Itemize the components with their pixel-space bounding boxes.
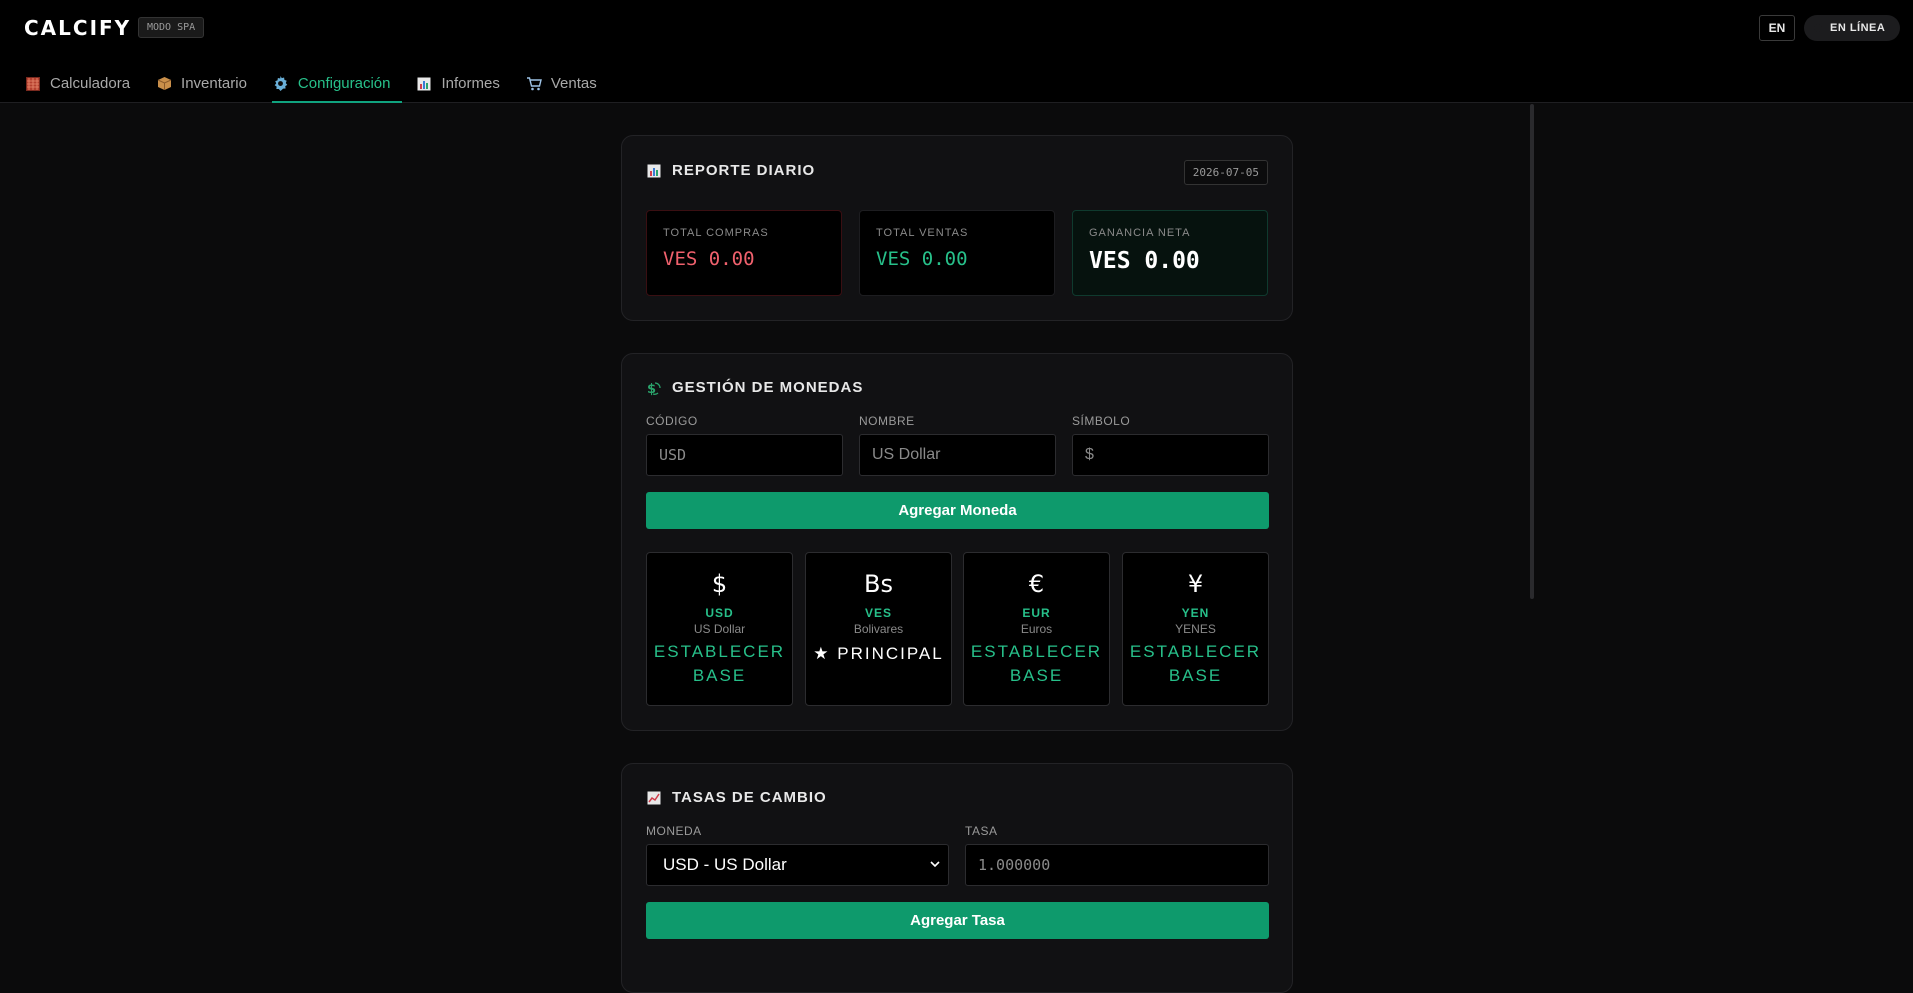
currency-code: EUR	[1022, 606, 1051, 620]
currency-name: YENES	[1175, 622, 1216, 636]
status-dot-icon	[1814, 24, 1822, 32]
currency-symbol: Bs	[864, 570, 893, 598]
tab-calculadora[interactable]: Calculadora	[24, 64, 142, 103]
currency-symbol: €	[1028, 570, 1045, 598]
stat-value: VES 0.00	[876, 248, 968, 270]
tab-label: Informes	[441, 75, 500, 92]
currency-select-value: USD - US Dollar	[663, 855, 787, 874]
scrollbar[interactable]	[1530, 104, 1534, 599]
card-title: REPORTE DIARIO	[646, 162, 815, 179]
exchange-rates-card: TASAS DE CAMBIO MONEDA USD - US Dollar T…	[621, 763, 1293, 993]
cart-icon	[525, 75, 543, 93]
stat-label: GANANCIA NETA	[1089, 227, 1191, 239]
tab-informes[interactable]: Informes	[415, 64, 511, 103]
bar-chart-icon	[415, 75, 433, 93]
currency-symbol: ¥	[1187, 570, 1204, 598]
total-sales-stat: TOTAL VENTAS VES 0.00	[859, 210, 1055, 296]
stat-label: TOTAL COMPRAS	[663, 227, 769, 239]
exchange-rates-title: TASAS DE CAMBIO	[672, 789, 827, 806]
currency-card-ves: Bs VES Bolivares ★ PRINCIPAL	[805, 552, 952, 706]
add-currency-button[interactable]: Agregar Moneda	[646, 492, 1269, 529]
currency-code: USD	[705, 606, 734, 620]
abacus-icon	[24, 75, 42, 93]
add-rate-button[interactable]: Agregar Tasa	[646, 902, 1269, 939]
chevron-down-icon	[930, 845, 940, 885]
stat-value: VES 0.00	[1089, 248, 1200, 274]
principal-badge: ★ PRINCIPAL	[813, 644, 944, 663]
set-base-button[interactable]: ESTABLECER BASE	[1123, 640, 1268, 688]
currency-name: Bolivares	[853, 622, 904, 636]
card-title: $ GESTIÓN DE MONEDAS	[646, 379, 863, 396]
tab-ventas[interactable]: Ventas	[525, 64, 609, 103]
currency-symbol: $	[711, 570, 728, 598]
tab-label: Inventario	[181, 75, 247, 92]
gear-icon	[272, 75, 290, 93]
tab-configuracion[interactable]: Configuración	[271, 64, 403, 103]
bar-chart-icon	[646, 163, 662, 179]
daily-report-title: REPORTE DIARIO	[672, 162, 816, 179]
language-toggle-button[interactable]: EN	[1759, 15, 1795, 41]
main-nav: Calculadora Inventario Configuración Inf…	[24, 64, 622, 103]
currency-card-yen: ¥ YEN YENES ESTABLECER BASE	[1122, 552, 1269, 706]
tab-inventario[interactable]: Inventario	[155, 64, 259, 103]
card-title: TASAS DE CAMBIO	[646, 789, 827, 806]
currency-card-usd: $ USD US Dollar ESTABLECER BASE	[646, 552, 793, 706]
currency-exchange-icon: $	[646, 380, 662, 396]
chart-increasing-icon	[646, 790, 662, 806]
set-base-button[interactable]: ESTABLECER BASE	[647, 640, 792, 688]
online-status-badge: EN LÍNEA	[1804, 15, 1900, 41]
mode-badge: MODO SPA	[138, 17, 205, 38]
currency-code: VES	[864, 606, 892, 620]
currency-select-label: MONEDA	[646, 824, 702, 838]
daily-report-card: REPORTE DIARIO 2026-07-05 TOTAL COMPRAS …	[621, 135, 1293, 321]
online-status-label: EN LÍNEA	[1830, 22, 1886, 34]
package-icon	[155, 75, 173, 93]
total-purchases-stat: TOTAL COMPRAS VES 0.00	[646, 210, 842, 296]
top-bar: CALCIFY MODO SPA EN EN LÍNEA Calculadora…	[0, 0, 1913, 103]
stat-value: VES 0.00	[663, 248, 755, 270]
tab-label: Configuración	[297, 75, 391, 92]
net-profit-stat: GANANCIA NETA VES 0.00	[1072, 210, 1268, 296]
currency-symbol-input[interactable]: $	[1072, 434, 1269, 476]
name-label: NOMBRE	[859, 414, 915, 428]
currency-name: US Dollar	[693, 622, 746, 636]
currency-select[interactable]: USD - US Dollar	[646, 844, 949, 886]
tab-label: Ventas	[550, 75, 597, 92]
code-label: CÓDIGO	[646, 414, 698, 428]
report-date-badge[interactable]: 2026-07-05	[1183, 160, 1268, 185]
stat-label: TOTAL VENTAS	[876, 227, 969, 239]
currency-name: Euros	[1020, 622, 1053, 636]
currency-code-input[interactable]: USD	[646, 434, 843, 476]
currency-management-card: $ GESTIÓN DE MONEDAS CÓDIGO USD NOMBRE U…	[621, 353, 1293, 731]
tab-label: Calculadora	[50, 75, 131, 92]
rate-input[interactable]: 1.000000	[965, 844, 1269, 886]
currency-management-title: GESTIÓN DE MONEDAS	[672, 379, 864, 396]
currency-card-eur: € EUR Euros ESTABLECER BASE	[963, 552, 1110, 706]
symbol-label: SÍMBOLO	[1072, 414, 1131, 428]
set-base-button[interactable]: ESTABLECER BASE	[964, 640, 1109, 688]
currency-code: YEN	[1181, 606, 1210, 620]
rate-label: TASA	[965, 824, 998, 838]
currency-name-input[interactable]: US Dollar	[859, 434, 1056, 476]
app-logo[interactable]: CALCIFY	[24, 16, 131, 40]
